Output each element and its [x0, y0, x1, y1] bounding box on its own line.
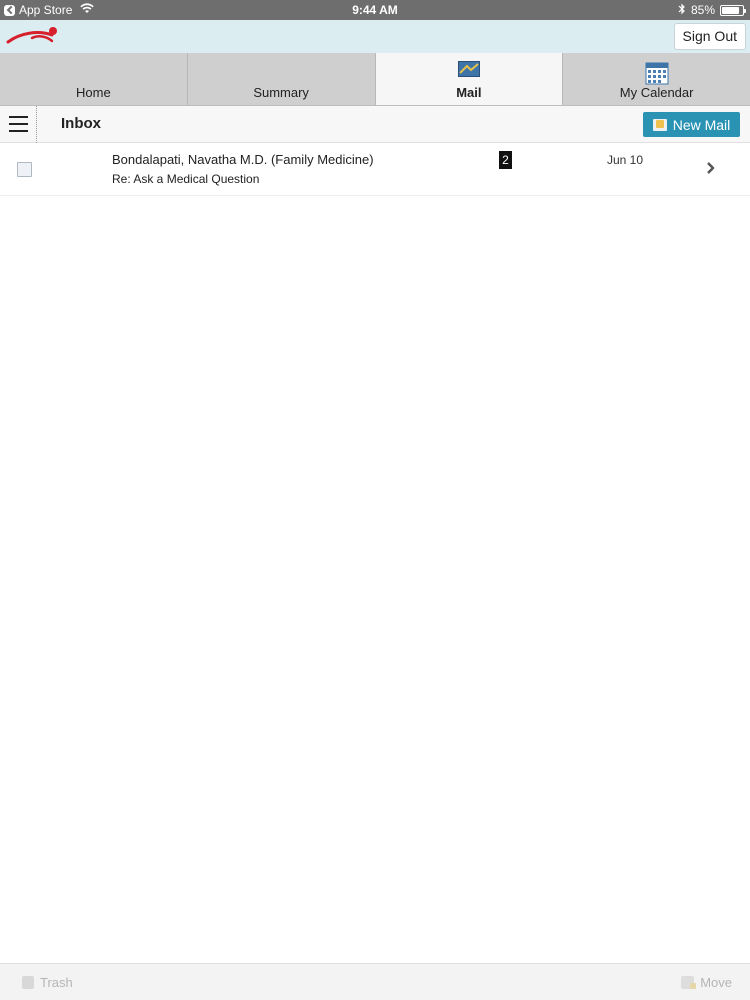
tab-summary[interactable]: Summary: [187, 53, 376, 105]
calendar-tab-icon: [645, 61, 669, 88]
bottom-action-bar: Trash Move: [0, 963, 750, 1000]
logo-icon: [6, 25, 58, 52]
status-right: 85%: [678, 0, 746, 20]
tab-home[interactable]: Home: [0, 53, 188, 105]
battery-percent: 85%: [690, 3, 715, 17]
new-mail-icon: [652, 118, 667, 131]
new-mail-label: New Mail: [672, 116, 731, 133]
move-label: Move: [700, 975, 732, 990]
page-title: Inbox: [61, 115, 101, 132]
tab-mail[interactable]: Mail: [375, 53, 564, 105]
message-count-badge: 2: [499, 151, 512, 169]
tab-my-calendar-label: My Calendar: [619, 85, 694, 100]
tab-summary-label: Summary: [253, 85, 309, 100]
trash-label: Trash: [40, 975, 73, 990]
move-icon: [681, 976, 697, 989]
move-button[interactable]: Move: [681, 975, 732, 990]
main-tabs: Home Summary Mail My Calendar: [0, 53, 750, 106]
inbox-toolbar: Inbox New Mail: [0, 106, 750, 143]
message-sender: Bondalapati, Navatha M.D. (Family Medici…: [112, 152, 374, 167]
status-time: 9:44 AM: [352, 3, 398, 17]
message-date: Jun 10: [607, 153, 644, 167]
tab-mail-label: Mail: [456, 85, 482, 100]
hamburger-menu-icon[interactable]: [0, 106, 37, 143]
chevron-right-icon[interactable]: [706, 161, 716, 180]
tab-my-calendar[interactable]: My Calendar: [563, 53, 750, 105]
message-subject: Re: Ask a Medical Question: [112, 172, 260, 186]
mail-tab-icon: [457, 61, 480, 80]
list-item[interactable]: Bondalapati, Navatha M.D. (Family Medici…: [0, 143, 750, 196]
new-mail-button[interactable]: New Mail: [643, 112, 740, 137]
sign-out-button[interactable]: Sign Out: [673, 23, 746, 50]
trash-button[interactable]: Trash: [22, 975, 73, 990]
bluetooth-icon: [678, 3, 686, 18]
message-checkbox[interactable]: [17, 162, 32, 177]
app-header: Sign Out: [0, 20, 750, 53]
tab-home-label: Home: [76, 85, 111, 100]
battery-fill: [722, 6, 739, 14]
battery-icon: [720, 4, 746, 16]
status-bar: App Store 9:44 AM 85%: [0, 0, 750, 20]
trash-icon: [22, 976, 34, 989]
